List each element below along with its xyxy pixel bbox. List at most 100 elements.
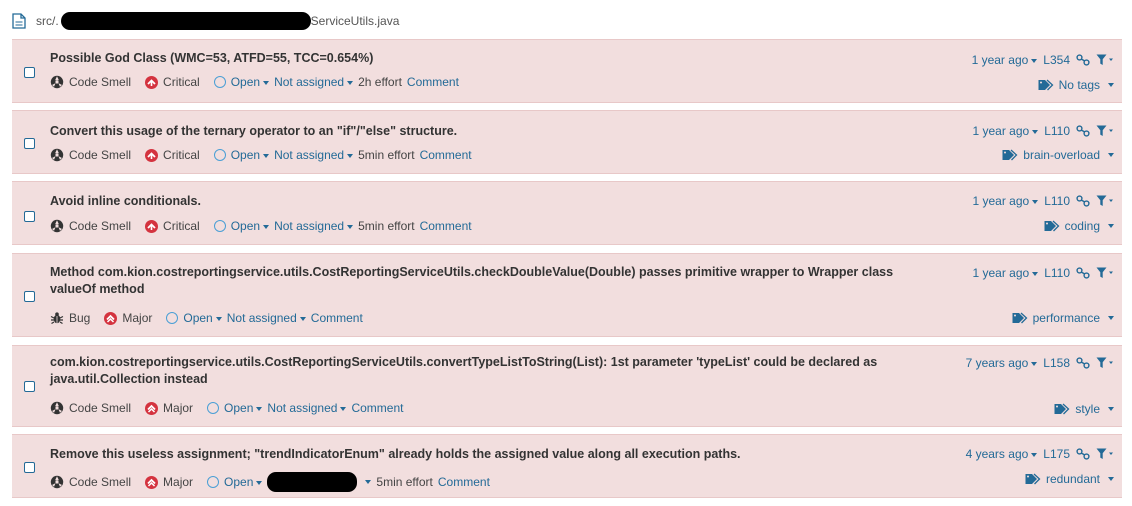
major-severity-icon (145, 401, 159, 415)
issue-severity[interactable]: Major (163, 475, 193, 489)
permalink-icon[interactable] (1076, 448, 1090, 460)
filter-icon[interactable] (1096, 195, 1114, 207)
issue-right-top: 4 years ago L175 (966, 447, 1114, 461)
tag-label: coding (1064, 219, 1100, 233)
issue-status[interactable]: Open (224, 401, 263, 415)
filter-icon[interactable] (1096, 448, 1114, 460)
issue-tags[interactable]: No tags (1038, 78, 1114, 92)
comment-link[interactable]: Comment (407, 75, 459, 89)
status-label: Open (230, 148, 261, 162)
issue-line[interactable]: L158 (1043, 356, 1070, 370)
issue-age[interactable]: 1 year ago (972, 194, 1039, 208)
code-smell-icon (50, 219, 64, 233)
chevron-down-icon (1032, 271, 1039, 276)
filter-icon[interactable] (1096, 125, 1114, 137)
issue-tags[interactable]: redundant (1025, 472, 1114, 486)
issue-row[interactable]: Possible God Class (WMC=53, ATFD=55, TCC… (12, 39, 1122, 103)
issue-title[interactable]: Remove this useless assignment; "trendIn… (50, 446, 741, 463)
filter-icon[interactable] (1096, 267, 1114, 279)
file-path-suffix[interactable]: ServiceUtils.java (311, 14, 400, 28)
issue-type[interactable]: Code Smell (69, 75, 131, 89)
issue-checkbox[interactable] (24, 381, 35, 392)
issue-type[interactable]: Code Smell (69, 219, 131, 233)
filter-icon[interactable] (1096, 357, 1114, 369)
file-icon (12, 13, 26, 29)
issue-line[interactable]: L110 (1044, 194, 1070, 208)
issue-row[interactable]: Convert this usage of the ternary operat… (12, 110, 1122, 174)
issue-tags[interactable]: brain-overload (1002, 148, 1114, 162)
file-header: src/. ServiceUtils.java (12, 11, 399, 31)
status-label: Open (230, 75, 261, 89)
issue-status[interactable]: Open (230, 75, 270, 89)
issue-severity[interactable]: Critical (163, 75, 200, 89)
issue-age[interactable]: 1 year ago (972, 124, 1039, 138)
issue-checkbox[interactable] (24, 138, 35, 149)
issue-age[interactable]: 1 year ago (972, 53, 1038, 67)
comment-link[interactable]: Comment (438, 475, 490, 489)
issue-title[interactable]: Avoid inline conditionals. (50, 193, 201, 210)
comment-link[interactable]: Comment (420, 148, 472, 162)
issue-severity[interactable]: Critical (163, 219, 200, 233)
issue-type[interactable]: Bug (69, 311, 90, 325)
issue-severity[interactable]: Critical (163, 148, 200, 162)
filter-icon[interactable] (1096, 54, 1114, 66)
issue-assignee[interactable]: Not assigned (267, 401, 347, 415)
issue-checkbox[interactable] (24, 462, 35, 473)
issue-meta: Code Smell Major Open 5min effort Commen… (50, 472, 490, 492)
issue-title[interactable]: Convert this usage of the ternary operat… (50, 123, 457, 140)
permalink-icon[interactable] (1076, 357, 1090, 369)
issue-age[interactable]: 7 years ago (966, 356, 1038, 370)
issue-tags[interactable]: coding (1044, 219, 1114, 233)
issue-row[interactable]: Method com.kion.costreportingservice.uti… (12, 253, 1122, 337)
issue-type[interactable]: Code Smell (69, 475, 131, 489)
issue-assignee[interactable]: Not assigned (274, 148, 354, 162)
issue-line[interactable]: L110 (1044, 124, 1070, 138)
chevron-down-icon (263, 224, 270, 229)
comment-link[interactable]: Comment (420, 219, 472, 233)
issue-status[interactable]: Open (183, 311, 222, 325)
comment-link[interactable]: Comment (351, 401, 403, 415)
code-smell-icon (50, 75, 64, 89)
issue-right-top: 7 years ago L158 (966, 356, 1114, 370)
assignee-label: Not assigned (226, 311, 297, 325)
issue-right-top: 1 year ago L110 (972, 194, 1114, 208)
comment-link[interactable]: Comment (311, 311, 363, 325)
chevron-down-icon (256, 480, 263, 485)
issue-assignee[interactable]: Not assigned (274, 75, 354, 89)
issue-checkbox[interactable] (24, 67, 35, 78)
issue-type[interactable]: Code Smell (69, 401, 131, 415)
assignee-label: Not assigned (267, 401, 338, 415)
issue-line[interactable]: L354 (1043, 53, 1070, 67)
issue-assignee[interactable]: Not assigned (227, 311, 306, 325)
issue-severity[interactable]: Major (122, 311, 152, 325)
status-label: Open (183, 311, 213, 325)
issue-row[interactable]: com.kion.costreportingservice.utils.Cost… (12, 345, 1122, 427)
issue-checkbox[interactable] (24, 291, 35, 302)
issue-title[interactable]: Possible God Class (WMC=53, ATFD=55, TCC… (50, 50, 373, 67)
issue-tags[interactable]: style (1054, 402, 1114, 416)
issue-assignee[interactable]: Not assigned (274, 219, 354, 233)
issue-title[interactable]: com.kion.costreportingservice.utils.Cost… (50, 354, 900, 388)
issue-line[interactable]: L175 (1043, 447, 1070, 461)
open-status-icon (213, 76, 226, 88)
issue-status[interactable]: Open (230, 148, 270, 162)
status-label: Open (224, 475, 254, 489)
issue-checkbox[interactable] (24, 211, 35, 222)
issue-row[interactable]: Avoid inline conditionals. Code Smell Cr… (12, 181, 1122, 245)
issue-status[interactable]: Open (224, 475, 263, 489)
issue-status[interactable]: Open (231, 219, 270, 233)
permalink-icon[interactable] (1076, 54, 1090, 66)
issue-line[interactable]: L110 (1044, 266, 1070, 280)
issue-title[interactable]: Method com.kion.costreportingservice.uti… (50, 264, 900, 298)
issue-severity[interactable]: Major (163, 401, 193, 415)
issue-row[interactable]: Remove this useless assignment; "trendIn… (12, 434, 1122, 498)
permalink-icon[interactable] (1076, 267, 1090, 279)
issue-type[interactable]: Code Smell (69, 148, 131, 162)
issue-age[interactable]: 4 years ago (966, 447, 1038, 461)
file-path-prefix[interactable]: src/. (36, 14, 59, 28)
issue-tags[interactable]: performance (1012, 311, 1114, 325)
issue-age[interactable]: 1 year ago (972, 266, 1039, 280)
permalink-icon[interactable] (1076, 195, 1090, 207)
permalink-icon[interactable] (1076, 125, 1090, 137)
tag-icon (1044, 220, 1060, 232)
